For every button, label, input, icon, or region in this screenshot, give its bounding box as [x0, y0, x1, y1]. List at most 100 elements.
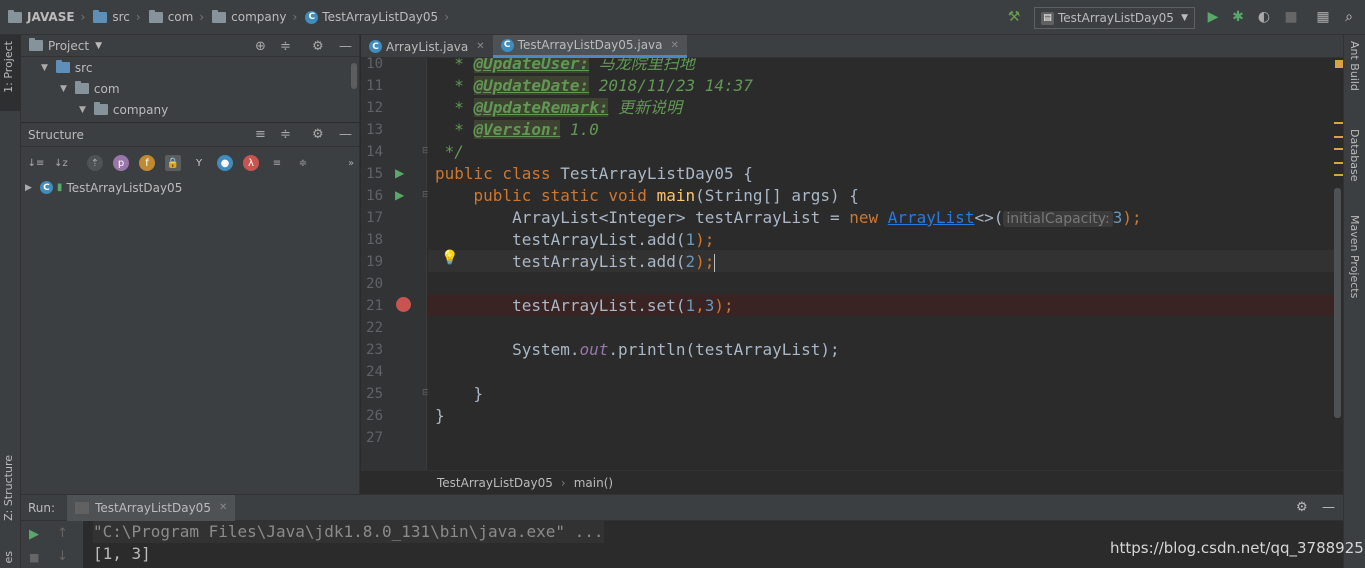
project-view-selector[interactable]: Project — [48, 39, 89, 53]
tool-tab-ant-build[interactable]: Ant Build — [1348, 41, 1361, 91]
inspection-status-icon[interactable] — [1335, 60, 1343, 68]
left-tool-stripe: 1: Project Z: Structure es — [0, 35, 21, 568]
watermark-url: https://blog.csdn.net/qq_37889257 — [1110, 539, 1365, 557]
stop-icon[interactable]: ■ — [1283, 9, 1299, 25]
class-icon: C — [39, 181, 53, 194]
breakpoint-icon[interactable] — [396, 297, 411, 312]
breadcrumb-class[interactable]: TestArrayListDay05 — [437, 476, 553, 490]
breadcrumb-method[interactable]: main() — [574, 476, 613, 490]
tree-item-com[interactable]: ▼ com — [21, 78, 359, 99]
close-icon[interactable]: ✕ — [671, 40, 679, 51]
tool-tab-database[interactable]: Database — [1348, 129, 1361, 182]
run-icon[interactable]: ▶ — [1205, 9, 1221, 25]
editor-gutter[interactable]: 10 11 12 13 14 15 16 17 18 19 20 21 22 2… — [361, 56, 430, 470]
close-icon[interactable]: ✕ — [476, 41, 484, 52]
editor-breadcrumb: TestArrayListDay05 › main() — [361, 470, 1343, 494]
tool-tab-structure[interactable]: Z: Structure — [2, 455, 15, 521]
expand-all-tool-icon[interactable]: ≡ — [269, 155, 285, 171]
close-icon[interactable]: ✕ — [219, 502, 227, 513]
show-lambdas-icon[interactable]: λ — [243, 155, 259, 171]
project-structure-icon[interactable]: ▦ — [1315, 9, 1331, 25]
source-folder-icon — [55, 60, 70, 73]
hide-icon[interactable]: — — [1322, 500, 1335, 515]
expand-arrow-icon: ▼ — [60, 83, 67, 94]
gear-icon[interactable]: ⚙ — [312, 127, 324, 142]
tool-tab-favorites[interactable]: es — [2, 551, 15, 564]
tab-testarraylistday05-java[interactable]: C TestArrayListDay05.java ✕ — [492, 35, 687, 58]
structure-tool-window: Structure ≡ ≑ ⚙ — ↓≡ ↓z ⇡ p f 🔒 Y ● λ ≡ … — [21, 122, 360, 494]
tree-item-src[interactable]: ▼ src — [21, 57, 359, 78]
breadcrumb-src[interactable]: src › — [93, 9, 141, 24]
line-number: 12 — [366, 100, 383, 116]
gear-icon[interactable]: ⚙ — [1296, 500, 1308, 515]
coverage-icon[interactable]: ◐ — [1256, 9, 1272, 25]
search-icon[interactable]: ⌕ — [1341, 9, 1357, 25]
show-non-public-icon[interactable]: 🔒 — [165, 155, 181, 171]
run-main-gutter-icon[interactable]: ▶ — [395, 188, 404, 202]
structure-panel-header: Structure ≡ ≑ ⚙ — — [21, 123, 359, 147]
run-panel-header: Run: TestArrayListDay05 ✕ ⚙ — — [21, 494, 1343, 521]
build-hammer-icon[interactable]: ⚒ — [1006, 9, 1022, 25]
breadcrumb-company[interactable]: company › — [212, 9, 297, 24]
run-configuration-select[interactable]: ▤ TestArrayListDay05 ▼ — [1034, 7, 1195, 29]
line-number: 20 — [366, 276, 383, 292]
breadcrumb-class[interactable]: C TestArrayListDay05 › — [305, 10, 449, 24]
anonymous-classes-icon[interactable]: Y — [191, 155, 207, 171]
class-icon: C — [305, 10, 319, 24]
text-caret — [714, 253, 716, 272]
line-number: 11 — [366, 78, 383, 94]
package-icon — [93, 102, 108, 115]
line-number: 16 — [366, 188, 383, 204]
collapse-all-tool-icon[interactable]: ≑ — [295, 155, 311, 171]
show-interfaces-icon[interactable]: ● — [217, 155, 233, 171]
run-tab[interactable]: TestArrayListDay05 ✕ — [67, 494, 236, 521]
code-line-17: ArrayList<Integer> testArrayList = new A… — [512, 208, 1142, 227]
navigation-bar: JAVASE › src › com › company › C TestArrayLi… — [0, 0, 1365, 35]
editor-scrollbar[interactable] — [1334, 58, 1343, 470]
lightbulb-icon[interactable]: 💡 — [441, 250, 458, 266]
tool-tab-project[interactable]: 1: Project — [2, 41, 15, 93]
structure-item-class[interactable]: ▶ C ▮ TestArrayListDay05 — [25, 177, 182, 198]
stop-icon[interactable]: ■ — [29, 551, 39, 564]
collapse-icon[interactable]: ≑ — [280, 39, 291, 54]
tool-tab-maven-projects[interactable]: Maven Projects — [1348, 215, 1361, 298]
sort-visibility-icon[interactable]: ↓≡ — [28, 155, 45, 171]
warning-marker[interactable] — [1334, 148, 1343, 150]
code-line-10: * @UpdateUser: 马龙院里扫地 — [435, 58, 695, 75]
show-properties-icon[interactable]: p — [113, 155, 129, 171]
debug-icon[interactable]: ✱ — [1230, 9, 1246, 25]
public-visibility-icon: ▮ — [56, 182, 63, 193]
tree-item-company[interactable]: ▼ company — [21, 99, 359, 120]
expand-all-icon[interactable]: ≡ — [255, 127, 266, 142]
breadcrumb-com[interactable]: com › — [148, 9, 204, 24]
line-number: 26 — [366, 408, 383, 424]
locate-icon[interactable]: ⊕ — [255, 39, 266, 54]
chevron-down-icon[interactable]: ▼ — [95, 41, 102, 51]
scroll-thumb[interactable] — [1334, 188, 1341, 418]
line-number: 17 — [366, 210, 383, 226]
sort-alpha-icon[interactable]: ↓z — [53, 155, 69, 171]
code-editor[interactable]: * @UpdateUser: 马龙院里扫地 * @UpdateDate: 201… — [428, 58, 1334, 470]
scroll-up-icon[interactable]: ↑ — [57, 526, 68, 541]
code-line-23: System.out.println(testArrayList); — [512, 340, 840, 359]
hide-icon[interactable]: — — [339, 39, 352, 54]
line-number: 23 — [366, 342, 383, 358]
code-line-16: public static void main(String[] args) { — [473, 186, 859, 205]
warning-marker[interactable] — [1334, 122, 1343, 124]
scroll-down-icon[interactable]: ↓ — [57, 549, 68, 564]
breadcrumb-project[interactable]: JAVASE › — [8, 9, 85, 24]
code-line-18: testArrayList.add(1); — [512, 230, 715, 249]
package-icon — [74, 81, 89, 94]
project-tool-window: Project ▼ ⊕ ≑ ⚙ — ▼ src ▼ com ▼ company — [21, 35, 360, 122]
warning-marker[interactable] — [1334, 136, 1343, 138]
line-number: 19 — [366, 254, 383, 270]
collapse-all-icon[interactable]: ≑ — [280, 127, 291, 142]
warning-marker[interactable] — [1334, 162, 1343, 164]
show-inherited-icon[interactable]: ⇡ — [87, 155, 103, 171]
run-class-gutter-icon[interactable]: ▶ — [395, 166, 404, 180]
warning-marker[interactable] — [1334, 174, 1343, 176]
gear-icon[interactable]: ⚙ — [312, 39, 324, 54]
code-line-14: */ — [435, 142, 464, 161]
rerun-icon[interactable]: ▶ — [29, 527, 39, 542]
show-fields-icon[interactable]: f — [139, 155, 155, 171]
